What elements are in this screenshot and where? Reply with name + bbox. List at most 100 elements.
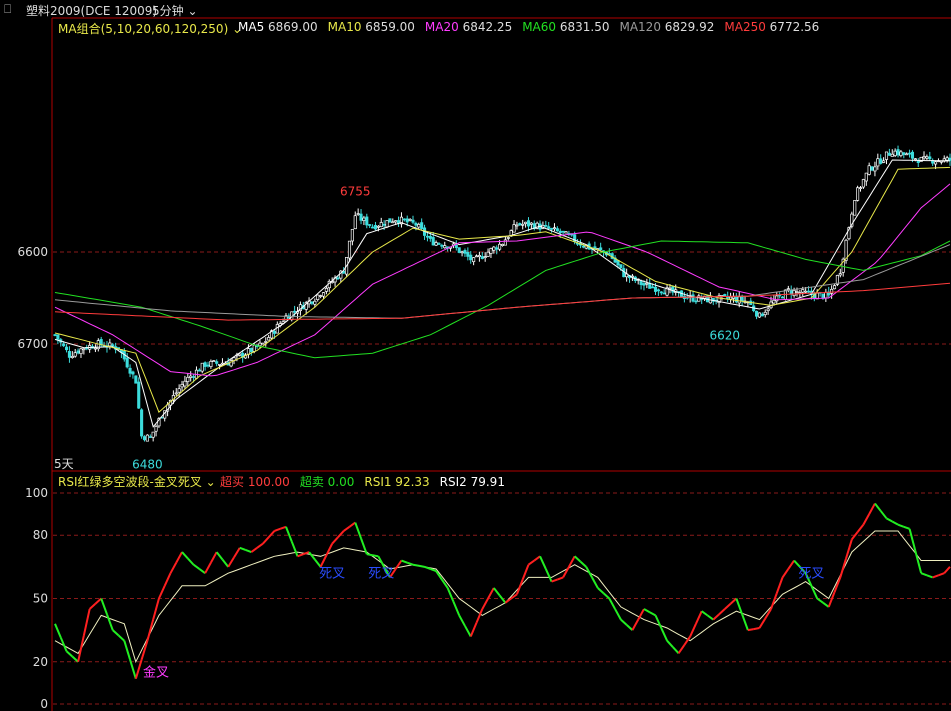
rsi1-segment [290, 541, 299, 557]
y-tick-labels: 6700 6600 100 80 50 20 0 [17, 245, 48, 711]
candle-body [939, 160, 943, 163]
candle-body [134, 375, 138, 384]
rsi1-segment [221, 558, 230, 568]
chart-canvas: 6700 6600 100 80 50 20 0 6755 6620 6480 金叉 死叉 死叉 死叉 [17, 17, 951, 711]
candle-body [434, 242, 438, 246]
candle-body [440, 244, 444, 247]
rsi1-segment [539, 555, 547, 570]
candle-body [500, 243, 505, 246]
candle-body [887, 152, 891, 156]
rsi1-segment [649, 611, 656, 617]
rsi1-segment [631, 619, 640, 631]
rsi1-segment [458, 614, 466, 627]
candle-body [137, 381, 141, 409]
candle-body [460, 251, 464, 254]
candle-body [619, 264, 623, 268]
candle-body [890, 153, 894, 157]
price-annotations: 6755 6620 6480 金叉 死叉 死叉 死叉 [132, 184, 824, 680]
indicator-selector[interactable]: RSI红绿多空波段-金叉死叉 ⌄ [58, 473, 216, 490]
candle-body [365, 216, 369, 226]
candle-body [723, 294, 727, 296]
candle-body [772, 299, 776, 304]
rsi1-segment [758, 618, 767, 629]
rsi1-segment [903, 525, 910, 530]
candle-body [492, 246, 496, 251]
rsi1-segment [851, 531, 859, 541]
candle-body [272, 330, 276, 334]
candle-body [408, 219, 412, 221]
rsi1-segment [210, 551, 218, 564]
candle-body [474, 255, 479, 258]
candle-body [645, 282, 649, 285]
rsi1-segment [729, 597, 738, 605]
rsi1-segment [198, 568, 206, 574]
candle-body [838, 273, 842, 276]
rsi1-segment [464, 625, 472, 637]
candle-body [56, 334, 60, 340]
candle-body [870, 166, 874, 171]
rsi1-segment [169, 562, 178, 574]
candle-body [443, 245, 447, 249]
candle-body [353, 215, 357, 230]
candle-body [437, 243, 441, 245]
rsi1-segment [297, 553, 304, 558]
candle-body [293, 310, 297, 313]
candle-body [896, 149, 900, 156]
candle-body [145, 434, 149, 442]
ma-line-ma20 [54, 183, 951, 377]
candle-body [142, 436, 147, 441]
candle-body [111, 344, 115, 347]
candle-body [402, 218, 406, 221]
rsi1-segment [401, 559, 408, 564]
candle-body [267, 337, 271, 341]
rsi1-segment [839, 558, 848, 578]
candle-body [388, 218, 392, 223]
candle-body [760, 313, 764, 317]
rsi1-segment [498, 594, 507, 604]
candle-body [379, 222, 383, 228]
rsi1-segment [551, 578, 558, 583]
candle-body [515, 224, 519, 227]
rsi1-segment [557, 576, 564, 581]
rsi1-segment [481, 598, 489, 610]
candle-body [521, 223, 525, 226]
candle-body [53, 334, 57, 336]
rsi1-segment [274, 527, 281, 532]
cross-signal: 金叉 [143, 665, 169, 681]
candle-body [313, 300, 317, 305]
rsi1-segment [579, 560, 587, 568]
candle-body [737, 296, 741, 304]
rsi1-segment [562, 566, 570, 578]
rsi-legend-item: RSI2 79.91 [439, 475, 505, 489]
candle-body [934, 161, 938, 165]
rsi1-segment [319, 554, 328, 568]
candle-body [480, 256, 484, 259]
candle-body [93, 347, 97, 350]
candle-body [694, 300, 698, 303]
y-tick-label: 6600 [17, 245, 48, 259]
candle-body [466, 252, 470, 257]
candle-body [804, 290, 808, 293]
candle-body [368, 224, 372, 226]
rsi1-segment [908, 528, 917, 552]
candle-body [215, 361, 219, 364]
y-tick-label: 80 [33, 528, 48, 542]
candle-body [472, 257, 476, 263]
candle-body [356, 213, 360, 215]
rsi1-segment [666, 640, 674, 648]
rsi1-segment [654, 614, 663, 629]
rsi1-segment [267, 530, 276, 538]
candle-body [177, 388, 181, 393]
candle-body [581, 245, 585, 248]
candle-body [792, 289, 796, 296]
candle-body [385, 220, 389, 228]
ma-group-selector[interactable]: MA组合(5,10,20,60,120,250) ⌄ [58, 20, 242, 37]
candle-body [524, 221, 528, 224]
rsi1-segment [100, 598, 108, 615]
candle-body [544, 224, 548, 227]
candle-body [498, 243, 502, 250]
rsi1-segment [250, 547, 258, 553]
candle-body [336, 277, 340, 280]
candle-body [394, 220, 398, 223]
rsi1-segment [943, 566, 951, 574]
